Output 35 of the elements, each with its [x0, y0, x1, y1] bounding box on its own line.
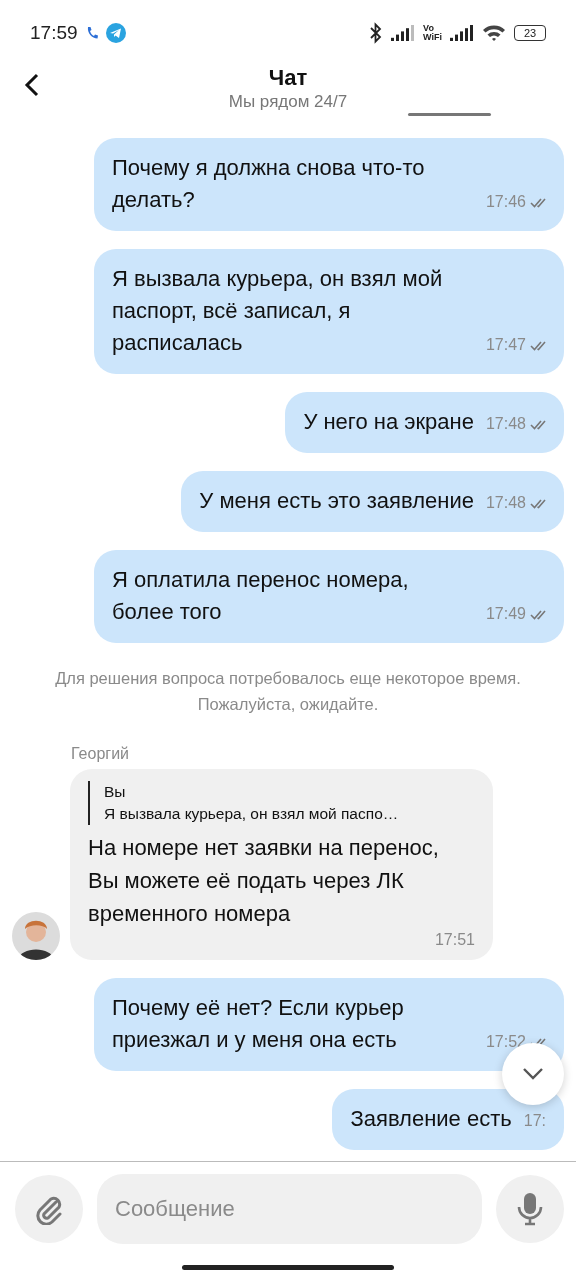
chevron-down-icon — [522, 1067, 544, 1081]
system-notice: Для решения вопроса потребовалось еще некоторое время. Пожалуйста, ожидайте. — [54, 668, 522, 715]
message-field[interactable]: Сообщение — [97, 1174, 482, 1244]
paper-plane-icon — [105, 22, 126, 43]
message-text: Почему её нет? Если курьер приезжал и у меня она есть — [111, 994, 405, 1054]
quote-text: Я вызвала курьера, он взял мой паспо… — [104, 804, 400, 824]
message-text: У него на экране — [303, 408, 474, 436]
avatar — [12, 912, 60, 960]
message-time: 17:46 — [485, 192, 526, 212]
message-time: 17:47 — [485, 335, 526, 355]
message-text: На номере нет заявки на перенос, Вы можете её подать через ЛК временного номера — [88, 834, 440, 928]
bluetooth-icon — [369, 21, 384, 44]
signal-icon — [391, 24, 416, 41]
sender-name: Георгий — [71, 745, 130, 763]
chat-title: Чат — [268, 65, 308, 91]
phone-icon — [85, 25, 98, 40]
message-text: У меня есть это заявление — [199, 487, 474, 515]
message-text: Я вызвала курьера, он взял мой паспорт, всё записал, я расписалась — [111, 265, 444, 357]
message-text: Почему я должна снова что-то делать? — [111, 154, 426, 214]
message-time: 17:48 — [485, 414, 526, 434]
message-time: 17:49 — [485, 604, 526, 624]
message-time: 17:48 — [485, 493, 526, 513]
message-time: 17:52 — [485, 1032, 526, 1052]
signal-icon — [450, 24, 474, 41]
message-text: Заявление есть — [350, 1105, 512, 1133]
wifi-icon — [482, 23, 506, 42]
message-text: Я оплатила перенос номера, более того — [111, 566, 410, 626]
battery-icon: 23 — [514, 24, 546, 41]
message-time: 17: — [523, 1111, 546, 1131]
vowifi-label: Vo WiFi — [423, 23, 442, 42]
microphone-icon — [517, 1192, 543, 1226]
message-time: 17:51 — [433, 930, 475, 950]
chat-subtitle: Мы рядом 24/7 — [228, 91, 348, 113]
clock: 17:59 — [30, 21, 78, 44]
quote-author: Вы — [104, 782, 127, 802]
